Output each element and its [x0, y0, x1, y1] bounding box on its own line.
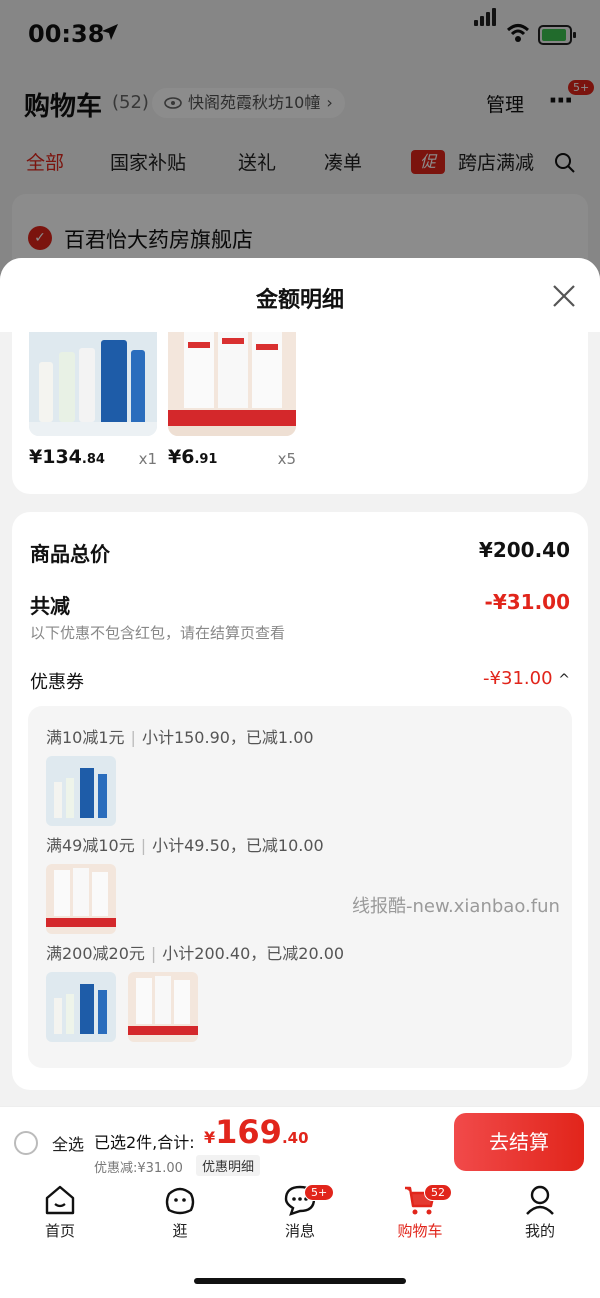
tab-mine[interactable]: 我的 [500, 1184, 580, 1241]
browse-icon [165, 1187, 195, 1215]
bottom-tab-bar: 首页 逛 消息 5+ 购物车 52 我的 [0, 1178, 600, 1298]
coupon-line: 满49减10元 | 小计49.50，已减10.00 [46, 836, 324, 855]
tab-messages[interactable]: 消息 5+ [260, 1184, 340, 1241]
tab-home[interactable]: 首页 [20, 1184, 100, 1241]
coupon-line: 满10减1元 | 小计150.90，已减1.00 [46, 728, 314, 747]
product-qty: x5 [277, 450, 296, 468]
tab-label: 逛 [172, 1222, 188, 1240]
coupon-label: 优惠券 [30, 672, 84, 693]
discount-detail-button[interactable]: 优惠明细 [196, 1155, 261, 1176]
cart-badge: 52 [424, 1184, 452, 1201]
coupon-line: 满200减20元 | 小计200.40，已减20.00 [46, 944, 345, 963]
amount-detail-sheet: 金额明细 ¥134.84 x1 ¥6.91 x5 商品总价 ¥200.40 共减… [0, 258, 600, 1110]
milk-thumb [46, 864, 116, 934]
user-icon [526, 1185, 554, 1215]
tab-label: 首页 [44, 1222, 75, 1240]
total-reduce-label: 共减 [30, 594, 70, 618]
toothpaste-thumb [46, 756, 116, 826]
product-qty: x1 [138, 450, 157, 468]
total-price-value: ¥200.40 [478, 538, 570, 562]
sheet-title: 金额明细 [255, 288, 344, 313]
close-icon[interactable] [550, 282, 578, 310]
tab-browse[interactable]: 逛 [140, 1184, 220, 1241]
select-all-checkbox[interactable] [14, 1131, 38, 1155]
chevron-up-icon: ^ [558, 672, 570, 688]
checkout-button[interactable]: 去结算 [454, 1113, 584, 1171]
checkout-bar: 全选 已选2件,合计: ¥169.40 优惠减:¥31.00 优惠明细 去结算 [0, 1106, 600, 1178]
reduce-note: 以下优惠不包含红包，请在结算页查看 [30, 624, 286, 642]
total-reduce-value: -¥31.00 [484, 590, 570, 614]
product-list: ¥134.84 x1 ¥6.91 x5 [12, 332, 588, 494]
tab-label: 购物车 [397, 1222, 443, 1240]
total-price-label: 商品总价 [30, 542, 110, 566]
sheet-header: 金额明细 [0, 258, 600, 332]
coupon-toggle[interactable]: -¥31.00 ^ [483, 668, 570, 689]
toothpaste-thumb [46, 972, 116, 1042]
milk-image [168, 332, 296, 436]
selected-summary: 已选2件,合计: [94, 1133, 195, 1152]
price-detail-card: 商品总价 ¥200.40 共减 -¥31.00 以下优惠不包含红包，请在结算页查… [12, 512, 588, 1090]
tab-label: 我的 [524, 1222, 555, 1240]
message-badge: 5+ [304, 1184, 335, 1201]
discount-summary: 优惠减:¥31.00 [94, 1161, 183, 1176]
watermark-text: 线报酷-new.xianbao.fun [352, 896, 560, 917]
home-indicator [194, 1278, 406, 1284]
tab-cart[interactable]: 购物车 52 [380, 1184, 460, 1241]
product-price: ¥134.84 [29, 446, 105, 468]
select-all-label[interactable]: 全选 [52, 1131, 84, 1155]
product-price: ¥6.91 [168, 446, 218, 468]
total-amount: ¥169.40 [204, 1113, 309, 1151]
coupon-breakdown: 满10减1元 | 小计150.90，已减1.00 满49减10元 | 小计49.50，已… [28, 706, 572, 1068]
milk-thumb [128, 972, 198, 1042]
home-icon [45, 1185, 75, 1215]
tab-label: 消息 [284, 1222, 315, 1240]
toothpaste-image [29, 332, 157, 436]
